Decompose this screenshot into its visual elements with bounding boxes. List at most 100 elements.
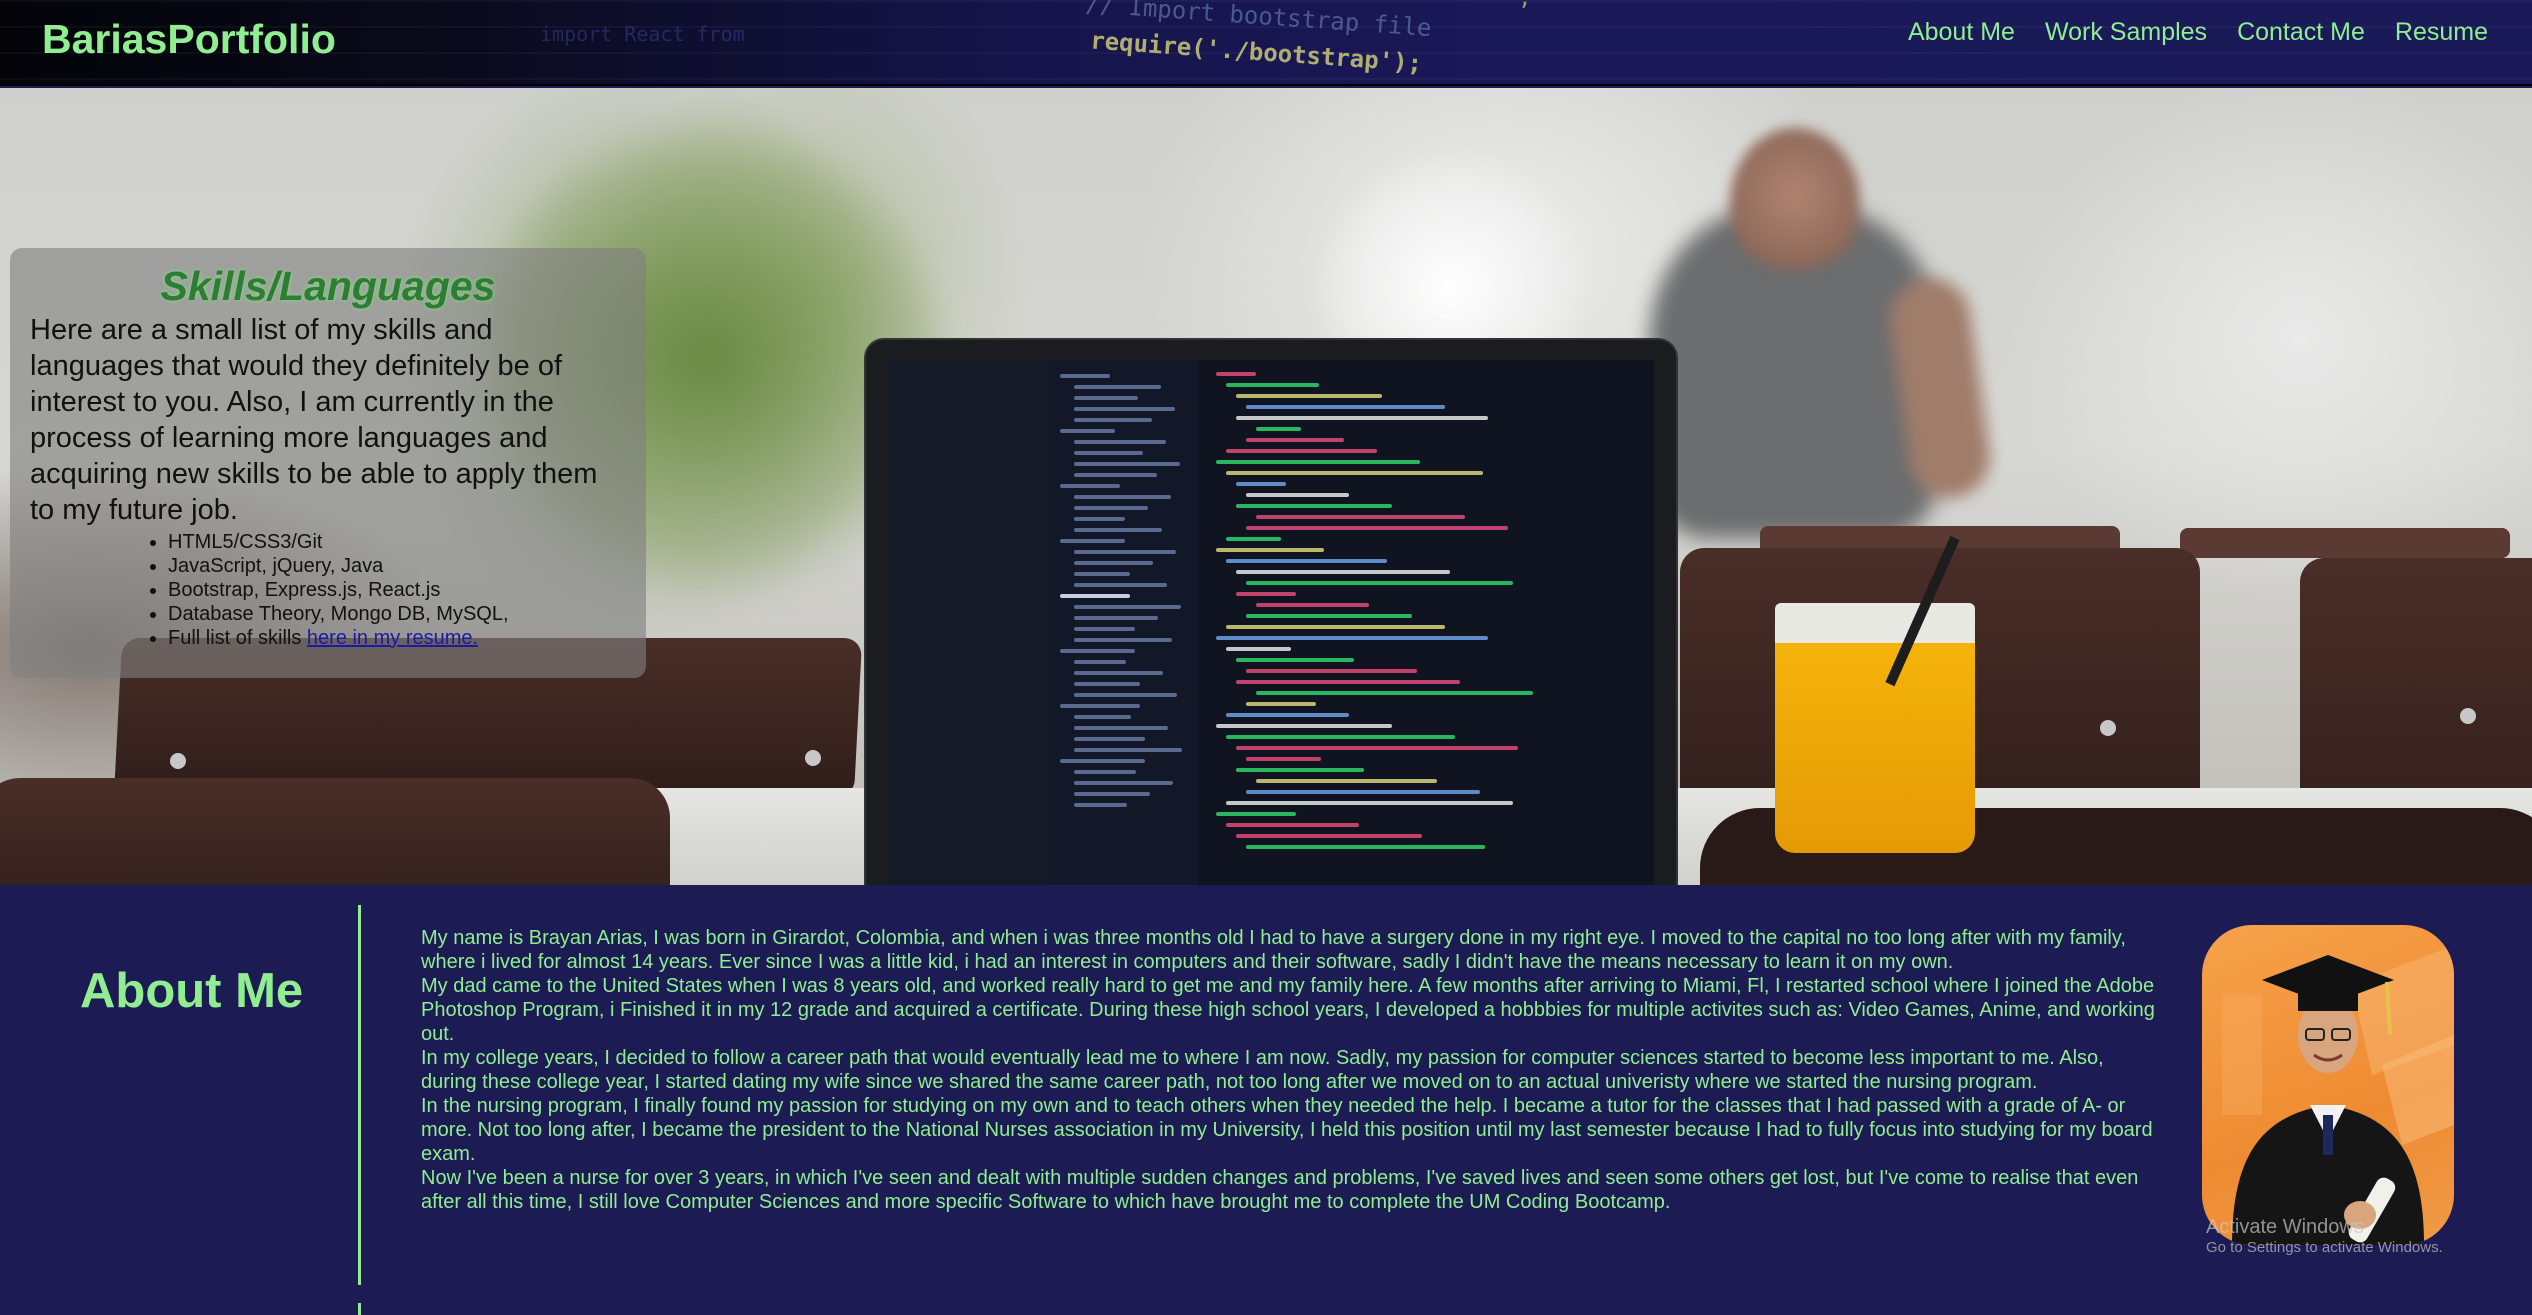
chair-bolt [805,750,821,766]
skills-list-item-resume: Full list of skills here in my resume. [168,626,626,650]
about-paragraph: In the nursing program, I finally found … [421,1095,2153,1165]
code-line [1236,482,1286,486]
file-tree-entry [1074,495,1171,499]
watermark-subtitle: Go to Settings to activate Windows. [2206,1239,2443,1256]
chair-bolt [170,753,186,769]
code-line [1236,746,1518,750]
resume-link[interactable]: here in my resume. [307,627,478,649]
code-line [1236,394,1382,398]
hero-section: Skills/Languages Here are a small list o… [0,88,2532,885]
about-heading: About Me [80,964,304,1018]
file-tree-entry [1060,539,1125,543]
code-line [1236,680,1460,684]
code-line [1216,548,1324,552]
code-line [1256,603,1369,607]
skills-title: Skills/Languages [160,263,496,309]
code-line [1256,427,1301,431]
file-tree-entry [1074,407,1175,411]
chair-bolt [2100,720,2116,736]
code-line [1216,812,1296,816]
code-line [1236,768,1364,772]
file-tree-entry [1074,737,1145,741]
code-line [1226,647,1291,651]
code-line [1236,504,1392,508]
code-line [1216,460,1420,464]
code-line [1216,636,1488,640]
file-tree-entry [1074,605,1181,609]
about-paragraph: My name is Brayan Arias, I was born in G… [421,927,2126,973]
code-line [1236,834,1422,838]
code-line [1256,779,1437,783]
code-line [1216,724,1392,728]
about-divider [358,1303,361,1315]
skills-intro: Here are a small list of my skills and l… [30,314,598,526]
about-paragraph: In my college years, I decided to follow… [421,1047,2104,1093]
watermark-title: Activate Windows [2206,1216,2364,1238]
about-paragraph: My dad came to the United States when I … [421,975,2155,1045]
file-tree-entry [1074,638,1172,642]
code-line [1216,372,1256,376]
file-tree-entry [1074,396,1138,400]
file-tree-entry [1060,484,1120,488]
windows-activation-watermark: Activate Windows Go to Settings to activ… [2206,1215,2443,1257]
file-tree-entry [1074,616,1158,620]
about-section: About Me My name is Brayan Arias, I was … [0,885,2532,1315]
file-tree-entry [1074,660,1126,664]
code-line [1226,471,1483,475]
file-tree-entry [1074,462,1180,466]
skills-list-item: HTML5/CSS3/Git [168,530,626,554]
file-tree-entry [1074,770,1136,774]
file-tree-entry [1074,693,1177,697]
juice-glass [1775,603,1975,853]
file-tree-entry [1060,649,1135,653]
skills-list-item: Bootstrap, Express.js, React.js [168,578,626,602]
file-tree-entry [1074,726,1168,730]
code-line [1246,702,1316,706]
code-line [1256,515,1465,519]
brand-logo[interactable]: BariasPortfolio [42,16,336,63]
file-tree-entry [1074,781,1173,785]
code-line [1246,845,1485,849]
graduation-portrait-image [2222,945,2454,1245]
file-tree-entry [1074,451,1143,455]
editor-sidebar [888,360,1048,885]
code-line [1226,713,1349,717]
code-line [1226,537,1281,541]
nav-link-work-samples[interactable]: Work Samples [2045,18,2207,47]
code-line [1246,669,1417,673]
code-editor-screen [888,360,1654,885]
file-tree-entry [1074,682,1140,686]
nav-link-about[interactable]: About Me [1908,18,2015,47]
code-line [1246,581,1513,585]
skills-list: HTML5/CSS3/Git JavaScript, jQuery, Java … [168,530,626,650]
editor-code-area [1200,360,1654,885]
file-tree-entry [1074,517,1125,521]
nav-link-resume[interactable]: Resume [2395,18,2488,47]
code-line [1226,625,1445,629]
graduation-portrait [2202,925,2454,1245]
code-line [1226,559,1387,563]
nav-link-contact[interactable]: Contact Me [2237,18,2365,47]
code-line [1236,570,1450,574]
file-tree-entry [1074,583,1167,587]
code-line [1246,438,1344,442]
hero-chair [0,778,670,885]
code-line [1226,735,1455,739]
code-line [1226,383,1319,387]
code-line [1256,691,1533,695]
code-line [1226,801,1513,805]
code-line [1246,614,1412,618]
chair-bolt [2460,708,2476,724]
navbar: import React from // Import bootstrap fi… [0,0,2532,86]
code-line [1246,493,1349,497]
skills-list-item: JavaScript, jQuery, Java [168,554,626,578]
file-tree-entry [1074,440,1166,444]
file-tree-entry [1074,550,1176,554]
code-line [1226,449,1377,453]
about-divider [358,905,361,1285]
file-tree-entry [1074,385,1161,389]
file-tree-entry [1074,506,1148,510]
file-tree-entry [1074,418,1152,422]
code-line [1226,823,1359,827]
skills-panel: Skills/Languages Here are a small list o… [10,248,646,678]
